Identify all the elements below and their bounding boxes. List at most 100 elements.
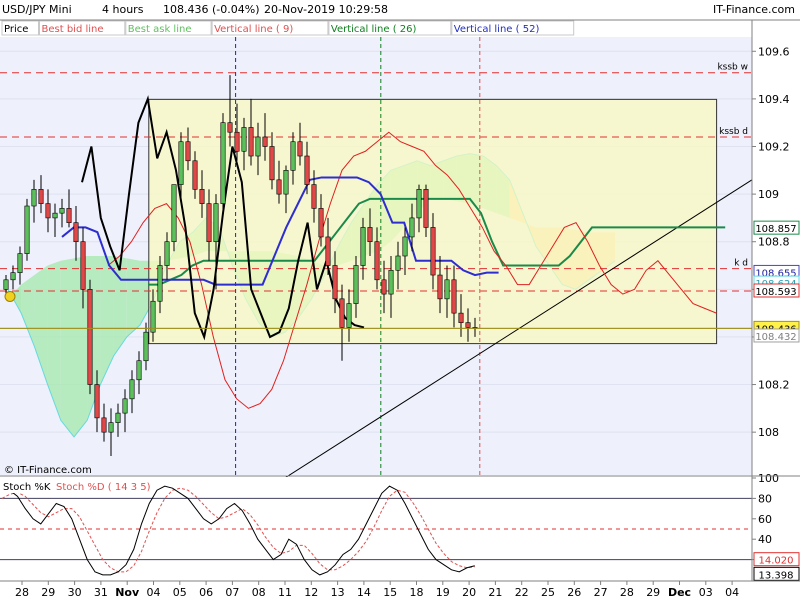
candle-body (66, 208, 72, 223)
legend-row: Price Best bid line Best ask line Vertical … (0, 20, 575, 36)
candle-body (444, 279, 450, 300)
candle-body (213, 203, 219, 243)
time-tick-label: 29 (646, 586, 660, 599)
time-tick-label: 12 (304, 586, 318, 599)
candle-body (465, 322, 471, 328)
candle-body (430, 227, 436, 276)
candle-body (52, 212, 58, 219)
candle-body (150, 300, 156, 333)
price-tick-label: 109.2 (758, 141, 790, 154)
osc-tick-label: 100 (758, 472, 779, 485)
time-tick-label: 13 (331, 586, 345, 599)
candle-body (325, 236, 331, 266)
period-label: 4 hours (102, 3, 144, 16)
candle-body (10, 272, 16, 281)
price-change-label: 108.436 (-0.04%) (163, 3, 259, 16)
candle-body (409, 217, 415, 238)
cloud-segment (60, 258, 74, 437)
alarm-bell-icon[interactable] (4, 290, 16, 302)
candle-body (423, 189, 429, 228)
candle-body (45, 203, 51, 219)
candle-body (94, 384, 100, 419)
legend-item-label: Vertical line ( 9) (214, 24, 293, 35)
candle-body (143, 331, 149, 362)
time-tick-label: 04 (725, 586, 739, 599)
candle-body (367, 227, 373, 243)
candle[interactable] (87, 279, 93, 395)
candle-body (262, 136, 268, 147)
time-tick-label: 29 (41, 586, 55, 599)
time-tick-label: 05 (173, 586, 187, 599)
price-badge-label: 108.432 (755, 332, 796, 343)
price-tick-label: 109.4 (758, 93, 790, 106)
time-tick-label: 31 (94, 586, 108, 599)
time-tick-label: 30 (68, 586, 82, 599)
time-tick-label: 14 (357, 586, 371, 599)
legend-item-label: Price (4, 24, 28, 35)
candle-body (115, 412, 121, 423)
time-tick-label: 08 (252, 586, 266, 599)
candle-body (290, 141, 296, 171)
legend-item-label: Vertical line ( 52) (454, 24, 540, 35)
cloud-segment (126, 258, 140, 337)
candle[interactable] (220, 113, 226, 214)
time-tick-label: 18 (410, 586, 424, 599)
candle-body (311, 184, 317, 209)
candle-body (255, 136, 261, 157)
candle-body (276, 179, 282, 195)
candle-body (164, 241, 170, 266)
osc-tick-label: 80 (758, 492, 772, 505)
time-tick-label: 06 (199, 586, 213, 599)
candle-body (318, 208, 324, 238)
price-badge-label: 108.857 (755, 224, 796, 235)
price-tick-label: 109.6 (758, 45, 790, 58)
candle-body (17, 253, 23, 273)
candle-body (185, 141, 191, 162)
candle-body (171, 184, 177, 243)
candle-body (395, 255, 401, 271)
time-tick-label: 28 (620, 586, 634, 599)
time-tick-label: 22 (515, 586, 529, 599)
candle-body (3, 279, 9, 290)
candle-body (129, 379, 135, 400)
time-tick-label: 21 (488, 586, 502, 599)
candle-body (402, 236, 408, 257)
legend-item-label: Best ask line (128, 24, 192, 35)
level-label: k d (734, 259, 748, 269)
candle-body (416, 189, 422, 219)
candle-body (374, 241, 380, 281)
candle-body (31, 189, 37, 207)
time-tick-label: 20 (462, 586, 476, 599)
legend-item-label: Vertical line ( 26) (331, 24, 417, 35)
candle-body (24, 205, 30, 254)
candle-body (192, 160, 198, 190)
time-tick-label: Dec (668, 586, 691, 599)
candle-body (206, 203, 212, 243)
candle-body (136, 360, 142, 381)
candle-body (332, 265, 338, 300)
instrument-title: USD/JPY Mini (2, 3, 72, 16)
candle-body (283, 170, 289, 195)
chart-container: USD/JPY Mini 4 hours 108.436 (-0.04%) 20… (0, 0, 800, 600)
candle-body (346, 303, 352, 328)
watermark: © IT-Finance.com (4, 465, 92, 476)
candle-body (101, 417, 107, 433)
chart-svg: USD/JPY Mini 4 hours 108.436 (-0.04%) 20… (0, 0, 800, 600)
candle-body (451, 279, 457, 314)
candle-body (59, 208, 65, 214)
legend-item-label: Best bid line (42, 24, 104, 35)
candle-body (458, 312, 464, 323)
time-tick-label: 25 (541, 586, 555, 599)
candle[interactable] (171, 184, 177, 252)
time-tick-label: 15 (383, 586, 397, 599)
brand-label: IT-Finance.com (713, 3, 795, 16)
price-badge-label: 108.593 (755, 287, 796, 298)
price-tick-label: 108.8 (758, 236, 790, 249)
candle-body (353, 265, 359, 304)
candle-body (178, 141, 184, 185)
candle-body (241, 127, 247, 152)
candle[interactable] (24, 198, 30, 261)
price-tick-label: 108.2 (758, 379, 790, 392)
candle-body (80, 241, 86, 290)
stoch-d-label: Stoch %D ( 14 3 5) (56, 482, 151, 493)
